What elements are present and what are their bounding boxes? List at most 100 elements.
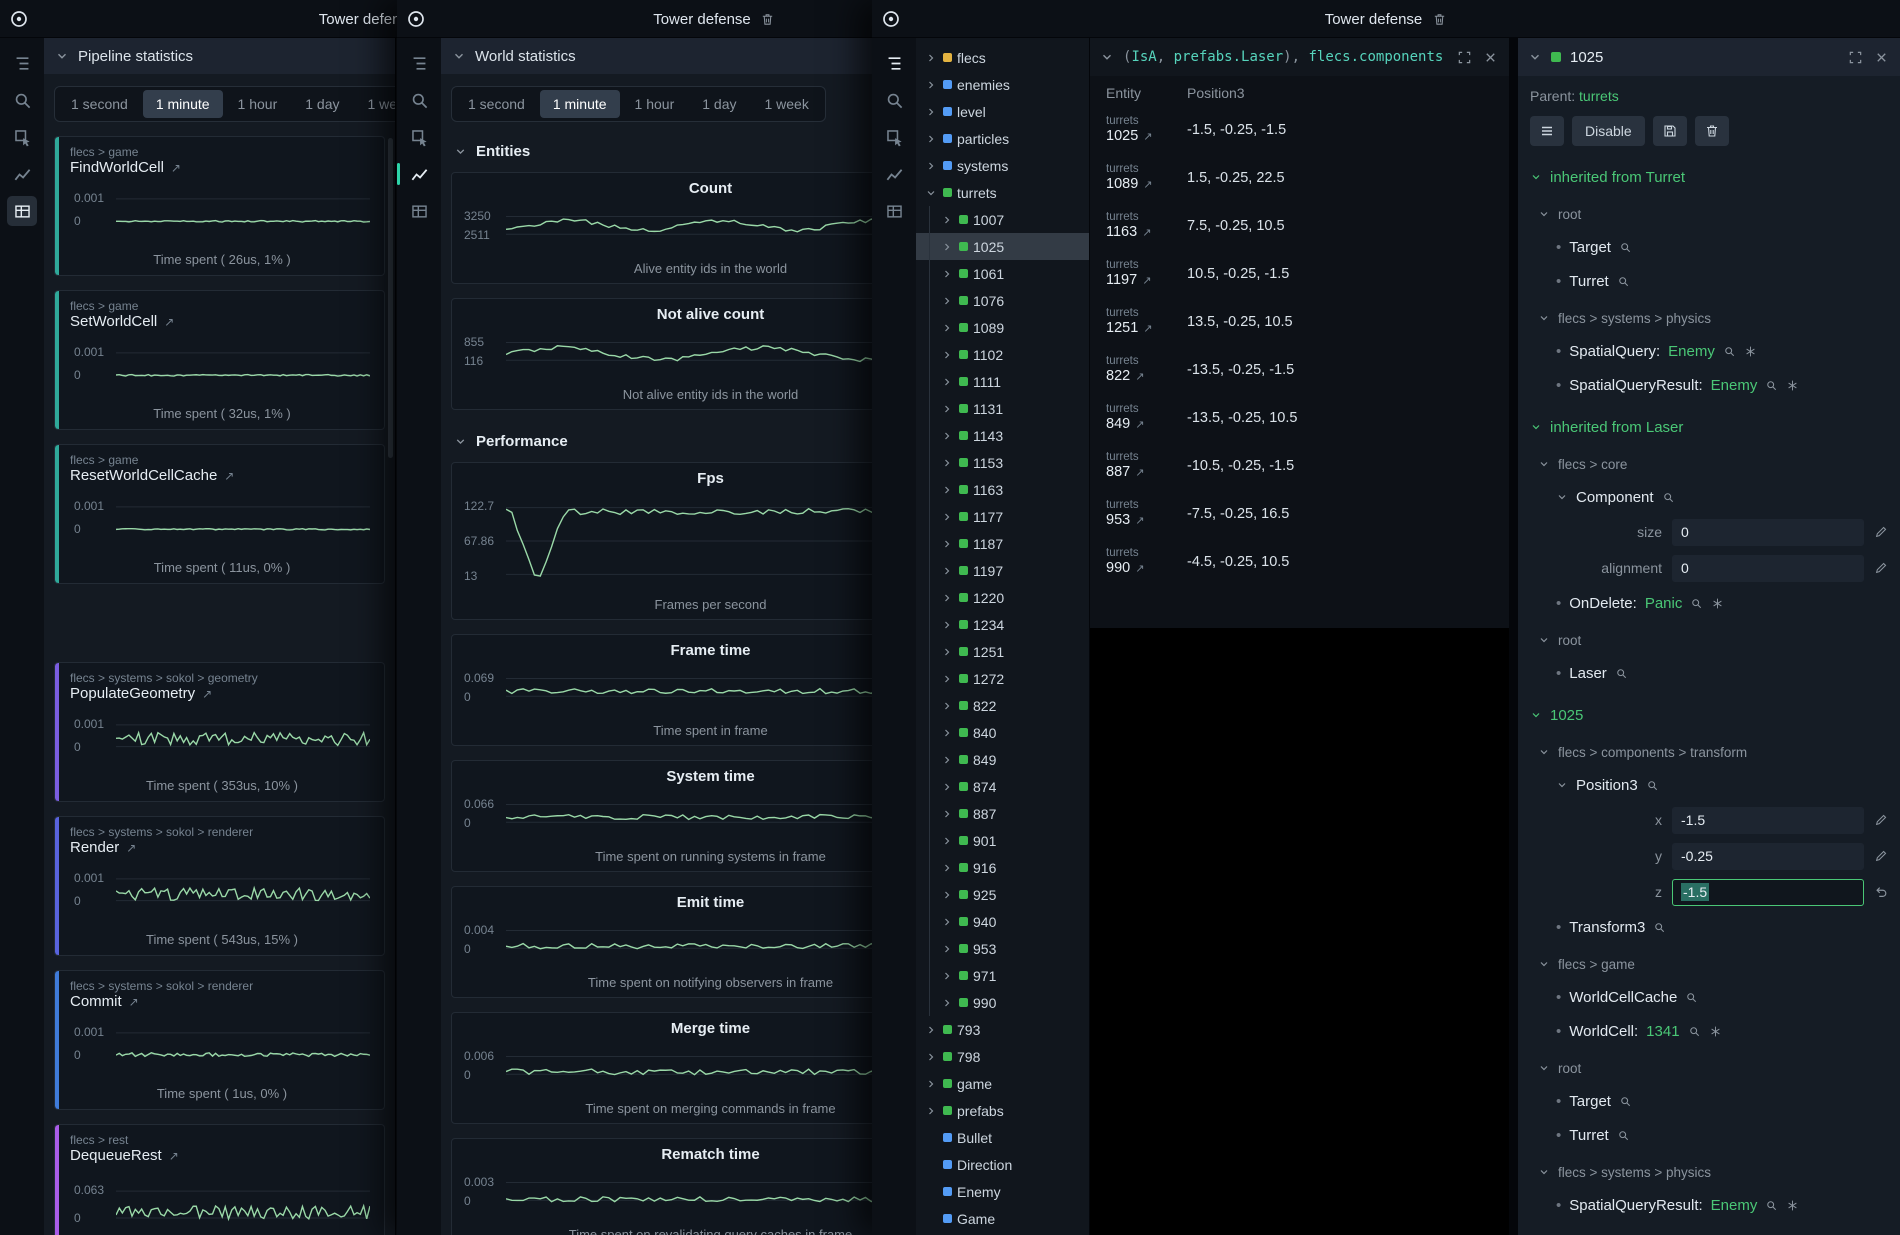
tree-item-940[interactable]: 940	[916, 908, 1089, 935]
query-result-row[interactable]: turrets1089↗1.5, -0.25, 22.5	[1090, 154, 1509, 202]
entity-tree-icon[interactable]	[404, 48, 434, 78]
query-search-icon[interactable]	[879, 85, 909, 115]
tree-item-874[interactable]: 874	[916, 773, 1089, 800]
tree-item-1111[interactable]: 1111	[916, 368, 1089, 395]
tree-item-1076[interactable]: 1076	[916, 287, 1089, 314]
chevron-right-icon[interactable]	[924, 1104, 938, 1118]
parent-link[interactable]: turrets	[1579, 88, 1619, 104]
component-spatialqueryresult[interactable]: •SpatialQueryResult:Enemy	[1556, 1188, 1888, 1222]
chevron-right-icon[interactable]	[924, 1212, 938, 1226]
trait-icon[interactable]	[1786, 1199, 1799, 1212]
chevron-right-icon[interactable]	[940, 888, 954, 902]
tree-item-1220[interactable]: 1220	[916, 584, 1089, 611]
chevron-right-icon[interactable]	[940, 942, 954, 956]
chevron-right-icon[interactable]	[940, 645, 954, 659]
module-path-row[interactable]: flecs > components > transform	[1538, 736, 1888, 768]
tree-item-887[interactable]: 887	[916, 800, 1089, 827]
chevron-right-icon[interactable]	[924, 51, 938, 65]
component-spatialquery[interactable]: •SpatialQuery:Enemy	[1556, 334, 1888, 368]
close-icon[interactable]	[1482, 49, 1499, 66]
tree-item-953[interactable]: 953	[916, 935, 1089, 962]
scrollbar-thumb[interactable]	[388, 138, 393, 458]
component-worldcellcache[interactable]: •WorldCellCache	[1556, 980, 1888, 1014]
field-input[interactable]: -0.25	[1672, 843, 1864, 870]
time-range-tab-1-hour[interactable]: 1 hour	[225, 90, 291, 118]
chevron-right-icon[interactable]	[940, 672, 954, 686]
tree-item-1089[interactable]: 1089	[916, 314, 1089, 341]
tree-item-Direction[interactable]: Direction	[916, 1151, 1089, 1178]
chevron-right-icon[interactable]	[940, 834, 954, 848]
tree-item-1197[interactable]: 1197	[916, 557, 1089, 584]
tree-item-turrets[interactable]: turrets	[916, 179, 1089, 206]
chevron-right-icon[interactable]	[940, 564, 954, 578]
tree-item-Enemy[interactable]: Enemy	[916, 1178, 1089, 1205]
field-input[interactable]: 0	[1672, 519, 1864, 546]
chevron-right-icon[interactable]	[924, 132, 938, 146]
tree-item-901[interactable]: 901	[916, 827, 1089, 854]
tree-item-1187[interactable]: 1187	[916, 530, 1089, 557]
component-value-link[interactable]: Enemy	[1668, 343, 1715, 360]
chevron-right-icon[interactable]	[940, 483, 954, 497]
chevron-right-icon[interactable]	[940, 510, 954, 524]
query-result-row[interactable]: turrets1251↗13.5, -0.25, 10.5	[1090, 298, 1509, 346]
tree-item-prefabs[interactable]: prefabs	[916, 1097, 1089, 1124]
tree-item-1163[interactable]: 1163	[916, 476, 1089, 503]
edit-pencil-icon[interactable]	[1874, 849, 1888, 863]
chevron-right-icon[interactable]	[940, 591, 954, 605]
data-table-icon[interactable]	[7, 196, 37, 226]
tree-item-level[interactable]: level	[916, 98, 1089, 125]
chevron-right-icon[interactable]	[940, 267, 954, 281]
component-worldcell[interactable]: •WorldCell:1341	[1556, 1014, 1888, 1048]
field-input[interactable]: -1.5	[1672, 807, 1864, 834]
entity-link[interactable]: 887↗	[1106, 464, 1187, 481]
entity-link[interactable]: 1251↗	[1106, 320, 1187, 337]
chevron-right-icon[interactable]	[940, 375, 954, 389]
chevron-down-icon[interactable]	[1100, 50, 1114, 64]
chevron-right-icon[interactable]	[924, 105, 938, 119]
component-value-link[interactable]: Enemy	[1711, 377, 1758, 394]
system-name-link[interactable]: Render↗	[70, 839, 374, 856]
statistics-icon[interactable]	[879, 159, 909, 189]
undo-icon[interactable]	[1874, 885, 1888, 899]
component-transform3[interactable]: •Transform3	[1556, 910, 1888, 944]
inspect-component-icon[interactable]	[1723, 345, 1736, 358]
chevron-down-icon[interactable]	[1528, 50, 1542, 64]
inspect-component-icon[interactable]	[1617, 1129, 1630, 1142]
chevron-right-icon[interactable]	[940, 780, 954, 794]
time-range-tab-1-minute[interactable]: 1 minute	[540, 90, 620, 118]
chevron-right-icon[interactable]	[924, 1050, 938, 1064]
component-target[interactable]: •Target	[1556, 230, 1888, 264]
entity-link[interactable]: 1025↗	[1106, 128, 1187, 145]
system-name-link[interactable]: FindWorldCell↗	[70, 159, 374, 176]
close-icon[interactable]	[1873, 49, 1890, 66]
canvas-inspect-icon[interactable]	[879, 122, 909, 152]
tree-item-849[interactable]: 849	[916, 746, 1089, 773]
entity-link[interactable]: 1089↗	[1106, 176, 1187, 193]
chevron-right-icon[interactable]	[940, 456, 954, 470]
chevron-right-icon[interactable]	[940, 915, 954, 929]
tree-item-916[interactable]: 916	[916, 854, 1089, 881]
time-range-tab-1-day[interactable]: 1 day	[689, 90, 749, 118]
expand-icon[interactable]	[1456, 49, 1473, 66]
inspect-component-icon[interactable]	[1662, 491, 1675, 504]
tree-item-822[interactable]: 822	[916, 692, 1089, 719]
system-name-link[interactable]: PopulateGeometry↗	[70, 685, 374, 702]
save-button[interactable]	[1653, 116, 1687, 146]
chevron-right-icon[interactable]	[940, 294, 954, 308]
chevron-right-icon[interactable]	[924, 159, 938, 173]
inspect-component-icon[interactable]	[1765, 1199, 1778, 1212]
query-expression[interactable]: (IsA, prefabs.Laser), flecs.components	[1123, 49, 1447, 65]
tree-item-enemies[interactable]: enemies	[916, 71, 1089, 98]
pipeline-panel-header[interactable]: Pipeline statistics	[44, 38, 395, 74]
chevron-right-icon[interactable]	[940, 969, 954, 983]
trash-icon[interactable]	[760, 11, 776, 27]
inspector-section-header[interactable]: inherited from Laser	[1530, 410, 1888, 444]
tree-item-1177[interactable]: 1177	[916, 503, 1089, 530]
query-result-row[interactable]: turrets1025↗-1.5, -0.25, -1.5	[1090, 106, 1509, 154]
system-name-link[interactable]: DequeueRest↗	[70, 1147, 374, 1164]
tree-item-flecs[interactable]: flecs	[916, 44, 1089, 71]
tree-item-1007[interactable]: 1007	[916, 206, 1089, 233]
module-path-row[interactable]: root	[1538, 198, 1888, 230]
inspect-component-icon[interactable]	[1619, 1095, 1632, 1108]
inspect-component-icon[interactable]	[1685, 991, 1698, 1004]
